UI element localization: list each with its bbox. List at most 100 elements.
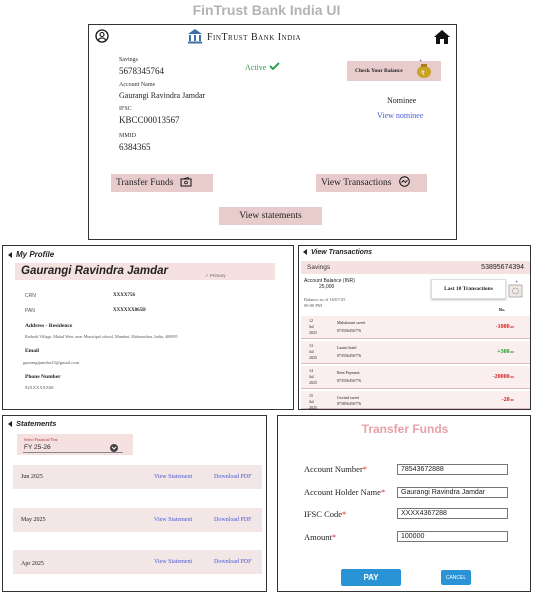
mmid-value: 6384365 xyxy=(119,142,151,152)
email-value: gaurangijamdar23@gmail.com xyxy=(23,360,80,365)
pan-value: XXXXXX865D xyxy=(113,308,146,313)
transactions-header: View Transactions xyxy=(303,249,372,256)
txn-account: 873556456776 xyxy=(337,378,361,383)
view-statement-link[interactable]: View Statement xyxy=(154,474,192,480)
pan-label: PAN xyxy=(25,308,35,314)
profile-panel: My Profile Gaurangi Ravindra Jamdar ✓ Pr… xyxy=(2,245,294,410)
view-transactions-button[interactable]: View Transactions xyxy=(316,174,427,192)
transfer-funds-label: Transfer Funds xyxy=(116,178,174,188)
txn-date: 13 Jul 2025 xyxy=(309,343,317,360)
txn-name: Rent Payment xyxy=(337,370,360,375)
bank-name: FinTrust Bank India xyxy=(207,32,302,43)
txn-date: 14 Jul 2025 xyxy=(309,368,317,385)
svg-text:✦: ✦ xyxy=(419,58,423,63)
bank-logo-icon xyxy=(187,28,203,44)
statement-row: Apr 2025 View Statement Download PDF xyxy=(13,550,262,574)
txn-name: Govind sweet xyxy=(337,395,360,400)
holder-name-label: Account Holder Name* xyxy=(304,487,386,497)
back-arrow-icon[interactable] xyxy=(8,251,12,258)
view-statement-link[interactable]: View Statement xyxy=(154,517,192,523)
dropdown-icon[interactable] xyxy=(110,439,118,452)
txn-amount: -20000.00 xyxy=(492,374,514,380)
amount-input[interactable]: 100000 xyxy=(397,531,508,542)
statements-title: Statements xyxy=(16,419,57,428)
statements-header: Statements xyxy=(8,419,56,428)
wallet-icon xyxy=(180,176,192,190)
account-name: Gaurangi Ravindra Jamdar xyxy=(119,91,206,100)
check-icon xyxy=(269,62,281,72)
primary-check-icon: ✓ xyxy=(205,273,209,278)
phone-label: Phone Number xyxy=(25,374,61,380)
txn-account: 873556456776 xyxy=(337,328,361,333)
svg-text:✦: ✦ xyxy=(515,279,519,284)
view-statement-link[interactable]: View Statement xyxy=(154,559,192,565)
primary-badge: ✓ Primary xyxy=(205,273,226,279)
money-bag-icon: ✦ ₹ xyxy=(415,57,433,79)
account-name-label: Account Name xyxy=(119,82,156,88)
transaction-row[interactable]: 12 Jul 2025 Mahalaxmi sweet 873556456776 … xyxy=(301,316,530,339)
txn-date: 15 Jul 2025 xyxy=(309,393,317,410)
txn-name: Laxmi hotel xyxy=(337,345,357,350)
ifsc-label: IFSC xyxy=(119,106,132,112)
transfer-funds-panel: Transfer Funds Account Number* 785436728… xyxy=(277,415,531,592)
txn-amount: -1000.00 xyxy=(495,324,514,330)
pay-button[interactable]: PAY xyxy=(341,569,401,586)
phone-value: 92XXXXXX68 xyxy=(25,385,54,390)
transfer-funds-button[interactable]: Transfer Funds xyxy=(111,174,213,192)
account-number-label: Account Number* xyxy=(304,464,368,474)
profile-title: My Profile xyxy=(16,250,55,259)
balance-time: 09:00 PM xyxy=(304,303,322,308)
home-icon[interactable] xyxy=(433,29,451,45)
ifsc-code-input[interactable]: XXXX4367288 xyxy=(397,508,508,519)
financial-year-select[interactable]: Select Financial Year FY 25-26 xyxy=(17,434,133,455)
statement-month: Jun 2025 xyxy=(21,474,43,480)
svg-text:₹: ₹ xyxy=(421,70,425,77)
user-profile-icon[interactable] xyxy=(95,29,109,43)
transaction-row[interactable]: 15 Jul 2025 Govind sweet 873856456776 -20… xyxy=(301,391,530,410)
statements-panel: Statements Select Financial Year FY 25-2… xyxy=(2,415,267,592)
cancel-button[interactable]: CANCEL xyxy=(441,570,471,585)
statement-month: May 2025 xyxy=(21,517,46,523)
view-nominee-link[interactable]: View nominee xyxy=(377,111,423,120)
download-pdf-link[interactable]: Download PDF xyxy=(214,474,252,480)
crn-value: XXXX756 xyxy=(113,293,135,298)
transaction-row[interactable]: 14 Jul 2025 Rent Payment 873556456776 -20… xyxy=(301,366,530,389)
check-balance-label: Check Your Balance xyxy=(355,68,403,74)
last-10-label: Last 10 Transactions xyxy=(444,286,493,292)
balance-value: 25,000 xyxy=(319,284,335,290)
profile-header: My Profile xyxy=(8,250,54,259)
amount-label: Amount* xyxy=(304,532,337,542)
mmid-label: MMID xyxy=(119,133,137,139)
receipt-icon: ✦ xyxy=(507,278,525,298)
fy-underline xyxy=(23,452,123,453)
transactions-title: View Transactions xyxy=(311,249,373,256)
view-statements-button[interactable]: View statements xyxy=(219,207,322,225)
download-pdf-link[interactable]: Download PDF xyxy=(214,559,252,565)
view-statements-label: View statements xyxy=(239,211,302,221)
holder-name-input[interactable]: Gaurangi Ravindra Jamdar xyxy=(397,487,508,498)
txn-name: Mahalaxmi sweet xyxy=(337,320,366,325)
fy-label: Select Financial Year xyxy=(24,437,58,442)
back-arrow-icon[interactable] xyxy=(8,421,12,428)
currency-header: Rs. xyxy=(499,307,506,312)
statement-row: Jun 2025 View Statement Download PDF xyxy=(13,465,262,489)
txn-account: 873856456776 xyxy=(337,401,361,406)
txn-account-number: 53895674394 xyxy=(481,264,524,271)
statement-month: Apr 2025 xyxy=(21,561,44,567)
profile-name: Gaurangi Ravindra Jamdar xyxy=(21,265,168,277)
download-pdf-link[interactable]: Download PDF xyxy=(214,517,252,523)
last-10-transactions-button[interactable]: Last 10 Transactions xyxy=(431,279,506,299)
nominee-label: Nominee xyxy=(387,96,417,105)
transaction-row[interactable]: 13 Jul 2025 Laxmi hotel 873556456776 +300… xyxy=(301,341,530,364)
status-text: Active xyxy=(245,62,267,72)
txn-amount: -20.00 xyxy=(501,397,514,403)
cancel-label: CANCEL xyxy=(445,574,467,581)
balance-asof: Balance as of 16/07/25 xyxy=(304,297,346,302)
account-number-input[interactable]: 78543672888 xyxy=(397,464,508,475)
account-status: Active xyxy=(245,62,281,72)
app-title: FinTrust Bank India UI xyxy=(192,2,341,18)
transfer-title: Transfer Funds xyxy=(361,422,449,436)
back-arrow-icon[interactable] xyxy=(303,249,307,256)
txn-amount: +300.00 xyxy=(497,349,514,355)
address-value: Rathodi Village ,Malad West, near Munici… xyxy=(25,334,178,339)
